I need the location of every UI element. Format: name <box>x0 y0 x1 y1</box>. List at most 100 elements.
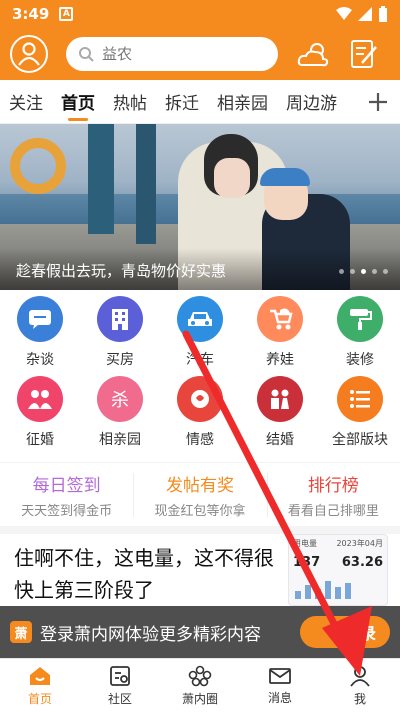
thumb-bar <box>345 583 351 599</box>
post-reward[interactable]: 发帖有奖 现金红包等你拿 <box>133 463 266 526</box>
promo-subtitle: 看看自己排哪里 <box>287 503 379 519</box>
nav-home[interactable]: 首页 <box>0 659 80 712</box>
wedding-icon <box>257 376 303 422</box>
grid-label: 征婚 <box>26 432 54 448</box>
building-icon <box>97 296 143 342</box>
edit-icon <box>351 40 377 68</box>
tabs-scroll: 关注 首页 热帖 拆迁 相亲园 周边游 <box>0 80 362 124</box>
thumb-bar <box>325 581 331 599</box>
thumb-header: 用电量 2023年04月 <box>293 538 383 549</box>
search-input[interactable] <box>102 45 252 63</box>
nav-circle[interactable]: 萧内圈 <box>160 659 240 712</box>
stroller-icon <box>257 296 303 342</box>
post-thumbnail: 用电量 2023年04月 137 63.26 <box>288 534 388 606</box>
grid-item-car[interactable]: 汽车 <box>160 296 240 374</box>
search-icon <box>79 47 94 62</box>
banner-tower <box>88 124 114 234</box>
grid-item-all-boards[interactable]: 全部版块 <box>320 376 400 454</box>
banner-dot <box>350 269 355 274</box>
grid-item-dating-garden[interactable]: 杀 相亲园 <box>80 376 160 454</box>
promo-title: 发帖有奖 <box>165 475 234 496</box>
nav-messages[interactable]: 消息 <box>240 659 320 712</box>
couple-icon <box>17 376 63 422</box>
grid-item-chat[interactable]: 杂谈 <box>0 296 80 374</box>
person-icon <box>350 665 370 687</box>
plus-icon <box>369 93 387 111</box>
nav-me[interactable]: 我 <box>320 659 400 712</box>
grid-item-marriage-seeking[interactable]: 征婚 <box>0 376 80 454</box>
daily-checkin[interactable]: 每日签到 天天签到得金币 <box>0 463 133 526</box>
thumb-value: 137 <box>293 555 321 570</box>
status-icons <box>336 6 388 22</box>
section-divider <box>0 526 400 534</box>
tab-nearby-travel[interactable]: 周边游 <box>277 80 346 124</box>
thumb-bar <box>295 591 301 599</box>
post-button[interactable] <box>346 36 382 72</box>
tab-home[interactable]: 首页 <box>52 80 104 124</box>
channel-tabs: 关注 首页 热帖 拆迁 相亲园 周边游 <box>0 80 400 124</box>
nav-label: 社区 <box>107 691 132 706</box>
grid-item-decoration[interactable]: 装修 <box>320 296 400 374</box>
tab-dating[interactable]: 相亲园 <box>208 80 277 124</box>
grid-item-house[interactable]: 买房 <box>80 296 160 374</box>
home-icon <box>30 666 50 685</box>
banner-woman-face <box>214 158 250 198</box>
list-icon <box>337 376 383 422</box>
grid-item-wedding[interactable]: 结婚 <box>240 376 320 454</box>
paint-roller-icon <box>337 296 383 342</box>
banner-dot <box>383 269 388 274</box>
leaderboard[interactable]: 排行榜 看看自己排哪里 <box>266 463 400 526</box>
notification-icon: A <box>59 7 74 21</box>
banner-indicator <box>339 269 388 274</box>
user-icon <box>18 42 40 66</box>
login-button[interactable]: 登录 <box>300 616 390 648</box>
promo-title: 排行榜 <box>307 475 359 496</box>
tab-hot[interactable]: 热帖 <box>104 80 156 124</box>
user-avatar-button[interactable] <box>10 35 48 73</box>
wifi-icon <box>336 7 352 20</box>
thumb-date: 2023年04月 <box>336 539 383 548</box>
community-icon <box>110 665 130 686</box>
grid-item-parenting[interactable]: 养娃 <box>240 296 320 374</box>
thumb-bar <box>335 587 341 599</box>
banner-dot-active <box>361 269 366 274</box>
top-header <box>0 28 400 80</box>
thumb-bar <box>305 585 311 599</box>
promo-title: 每日签到 <box>32 475 101 496</box>
post-title: 住啊不住，这电量，这不得很快上第三阶段了 <box>14 546 274 602</box>
grid-label: 养娃 <box>266 352 294 368</box>
banner-boy-cap <box>260 168 310 186</box>
chat-icon <box>17 296 63 342</box>
banner-carousel[interactable]: 趁春假出去玩，青岛物价好实惠 <box>0 124 400 290</box>
thumb-label: 用电量 <box>293 539 317 548</box>
banner-lifebuoy <box>10 138 66 194</box>
login-prompt-text: 登录萧内网体验更多精彩内容 <box>40 624 261 645</box>
grid-label: 买房 <box>106 352 134 368</box>
banner-dot <box>372 269 377 274</box>
nav-label: 我 <box>353 691 366 706</box>
car-icon <box>177 296 223 342</box>
grid-label: 全部版块 <box>332 432 388 448</box>
thumb-bar <box>315 589 321 599</box>
nav-label: 萧内圈 <box>181 691 218 706</box>
login-prompt-bar: 萧 登录萧内网体验更多精彩内容 登录 <box>0 606 400 658</box>
svg-text:杀: 杀 <box>111 390 129 411</box>
grid-label: 结婚 <box>266 432 294 448</box>
app-logo-icon: 萧 <box>10 621 32 643</box>
grid-label: 汽车 <box>186 352 214 368</box>
weather-button[interactable] <box>296 36 332 72</box>
battery-icon <box>379 6 387 22</box>
status-time: 3:49 <box>12 5 50 23</box>
add-tab-button[interactable] <box>362 84 394 120</box>
grid-label: 情感 <box>186 432 214 448</box>
search-box[interactable] <box>66 37 278 71</box>
promo-subtitle: 现金红包等你拿 <box>154 503 246 519</box>
grid-item-emotion[interactable]: 情感 <box>160 376 240 454</box>
tab-demolition[interactable]: 拆迁 <box>156 80 208 124</box>
grid-label: 相亲园 <box>99 432 141 448</box>
nav-label: 首页 <box>27 691 52 706</box>
grid-label: 装修 <box>346 352 374 368</box>
nav-community[interactable]: 社区 <box>80 659 160 712</box>
tab-follow[interactable]: 关注 <box>0 80 52 124</box>
nav-label: 消息 <box>267 690 292 705</box>
